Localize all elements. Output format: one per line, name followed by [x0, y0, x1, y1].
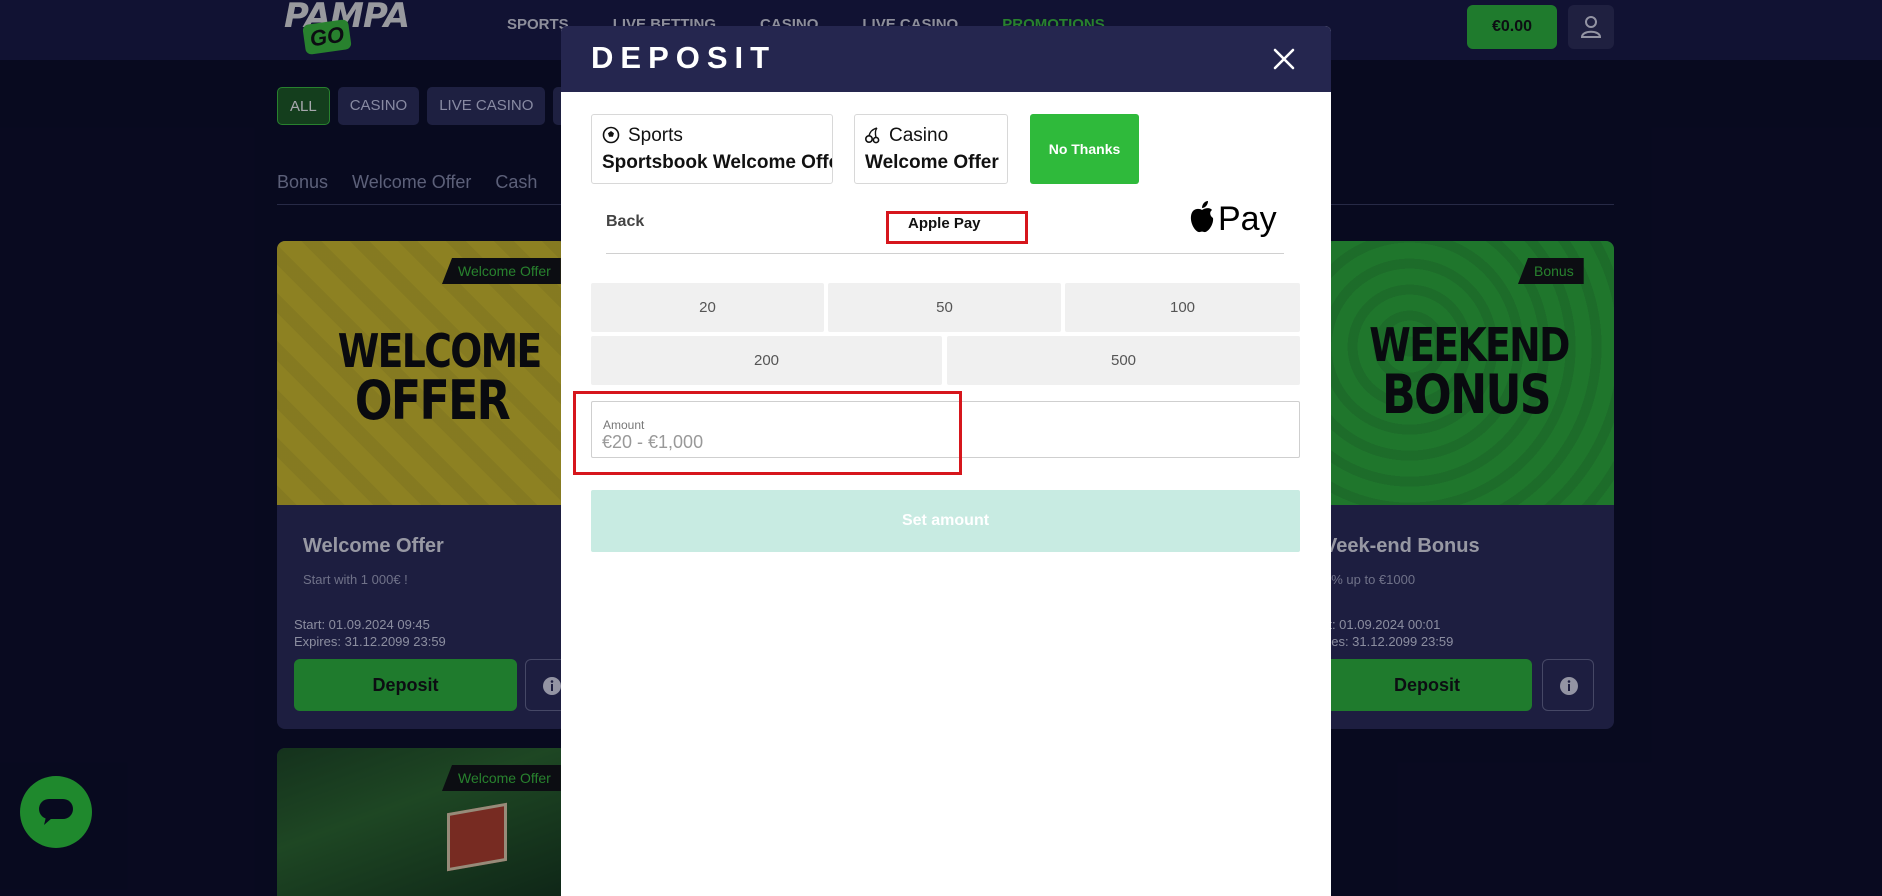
amount-preset-200[interactable]: 200 — [591, 336, 942, 385]
amount-label: Amount — [603, 418, 645, 432]
close-icon — [1273, 48, 1295, 70]
amount-preset-100[interactable]: 100 — [1065, 283, 1300, 332]
cherry-icon — [864, 127, 880, 144]
bonus-option-value: Welcome Offer — [865, 152, 999, 173]
set-amount-button[interactable]: Set amount — [591, 490, 1300, 552]
soccer-ball-icon — [602, 126, 620, 144]
amount-preset-500[interactable]: 500 — [947, 336, 1300, 385]
deposit-modal: DEPOSIT Sports Sportsbook Welcome Offer … — [561, 26, 1331, 896]
bonus-option-sports[interactable]: Sports Sportsbook Welcome Offer — [591, 114, 833, 184]
amount-field[interactable]: Amount — [591, 401, 1300, 458]
amount-preset-50[interactable]: 50 — [828, 283, 1061, 332]
bonus-option-casino[interactable]: Casino Welcome Offer — [854, 114, 1008, 184]
bonus-option-label: Casino — [864, 125, 948, 147]
method-divider — [606, 253, 1284, 254]
modal-header: DEPOSIT — [561, 26, 1331, 92]
apple-pay-logo: Pay — [1188, 200, 1277, 240]
bonus-option-label: Sports — [602, 125, 683, 147]
bonus-option-value: Sportsbook Welcome Offer — [602, 152, 833, 173]
close-button[interactable] — [1271, 46, 1297, 72]
amount-preset-20[interactable]: 20 — [591, 283, 824, 332]
apple-logo-icon — [1190, 201, 1214, 233]
no-thanks-button[interactable]: No Thanks — [1030, 114, 1139, 184]
amount-input[interactable] — [602, 431, 1102, 453]
back-link[interactable]: Back — [606, 213, 644, 231]
modal-title: DEPOSIT — [591, 40, 777, 75]
payment-method-name: Apple Pay — [886, 211, 1028, 244]
